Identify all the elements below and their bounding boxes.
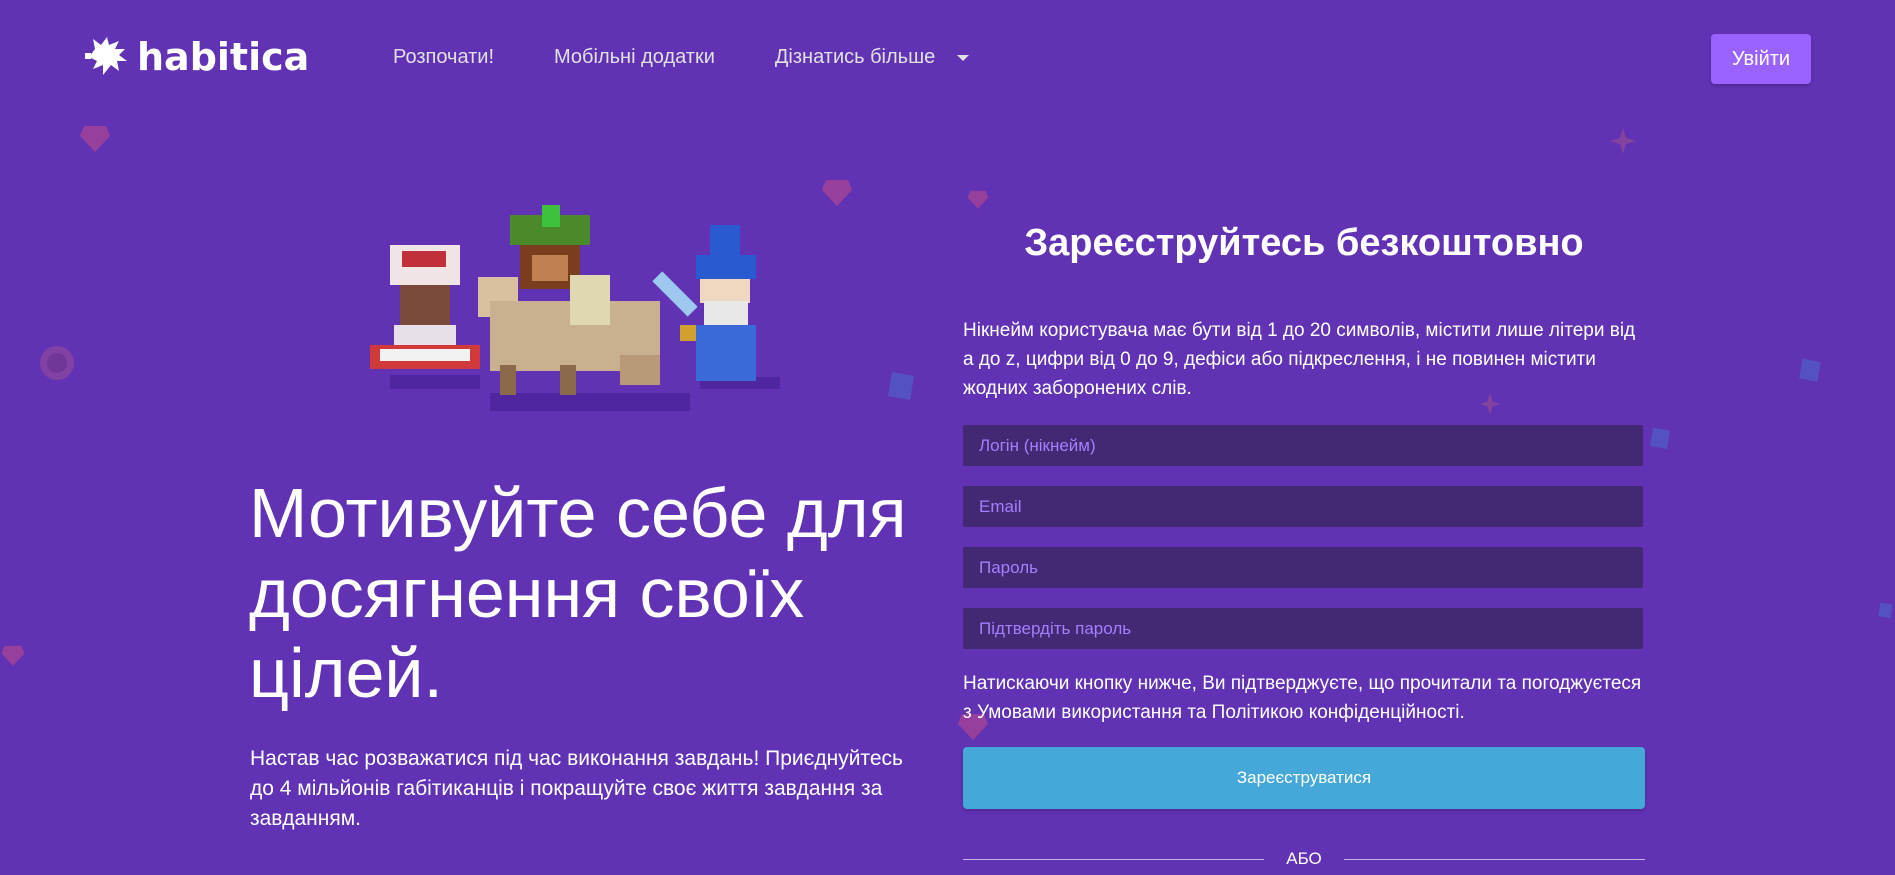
gem-decoration [820,176,854,208]
username-hint: Нікнейм користувача має бути від 1 до 20… [963,320,1636,399]
username-input[interactable] [963,425,1643,466]
nav-label: Мобільні додатки [554,46,715,68]
logo-text: habitica [137,35,310,79]
hero-subtext: Настав час розважатися під час виконання… [250,747,903,830]
terms-notice: Натискаючи кнопку нижче, Ви підтверджуєт… [963,673,1642,723]
gem-decoration [1646,426,1674,452]
habitica-logo-icon [85,37,127,75]
coin-decoration [38,344,76,382]
signup-title: Зареєструйтесь безкоштовно [1024,222,1584,264]
gem-decoration [966,188,990,210]
hero-characters-illustration [370,205,780,411]
email-input[interactable] [963,486,1643,527]
chevron-down-icon [957,54,970,61]
nav-get-started[interactable]: Розпочати! [393,46,494,69]
signup-form: Зареєструйтесь безкоштовно Нікнейм корис… [963,215,1645,869]
hero-headline: Мотивуйте себе для досягнення своїх ціле… [249,474,907,712]
or-divider: АБО [963,849,1645,869]
main-nav: Розпочати! Мобільні додатки Дізнатись бі… [393,46,1029,69]
divider-line [1343,858,1645,860]
confirm-password-input[interactable] [963,608,1643,649]
nav-label: Розпочати! [393,46,495,68]
logo[interactable]: habitica [85,34,309,80]
nav-label: Дізнатись більше [774,46,936,68]
gem-decoration [1796,356,1824,386]
gem-decoration [78,122,112,154]
nav-mobile-apps[interactable]: Мобільні додатки [554,46,715,69]
password-input[interactable] [963,547,1643,588]
site-header: habitica Розпочати! Мобільні додатки Діз… [0,0,1895,116]
gem-decoration [884,370,918,404]
divider-text: АБО [1286,849,1322,868]
divider-line [963,858,1265,860]
star-decoration [1608,126,1638,156]
signup-button[interactable]: Зареєструватися [963,747,1645,809]
login-button[interactable]: Увійти [1711,34,1811,84]
gem-decoration [0,640,26,670]
gem-decoration [1876,598,1895,624]
nav-learn-more-dropdown[interactable]: Дізнатись більше [774,46,970,69]
